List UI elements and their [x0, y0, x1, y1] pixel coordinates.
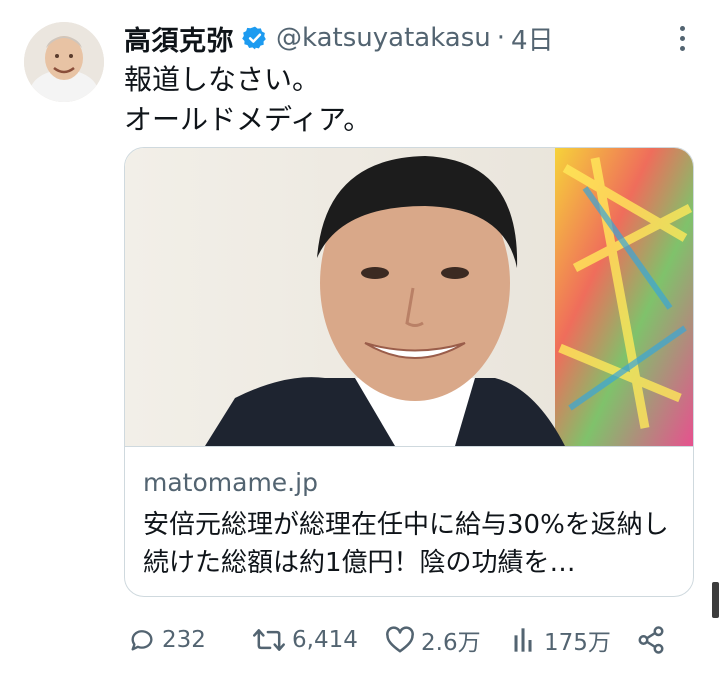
retweet-button[interactable]: 6,414 — [252, 620, 358, 660]
share-button[interactable] — [636, 620, 666, 660]
retweet-count: 6,414 — [292, 627, 358, 653]
like-button[interactable]: 2.6万 — [385, 620, 481, 660]
avatar-image — [24, 22, 104, 102]
card-domain: matomame.jp — [143, 468, 318, 497]
timestamp[interactable]: 4日 — [511, 20, 554, 57]
bar-chart-icon — [512, 626, 538, 654]
card-image[interactable] — [125, 148, 693, 447]
verified-badge-icon — [242, 25, 268, 51]
tweet-container[interactable]: 高須克弥 @katsuyatakasu · 4日 報道しなさい。 オールドメディ… — [0, 0, 719, 675]
share-icon — [636, 625, 666, 655]
card-title: 安倍元総理が総理在任中に給与30%を返納し続けた総額は約1億円！陰の功績を… — [143, 510, 669, 578]
scrollbar-thumb[interactable] — [712, 582, 719, 618]
tweet-text-line: 報道しなさい。 — [124, 63, 321, 96]
display-name[interactable]: 高須克弥 — [124, 19, 234, 58]
views-button[interactable]: 175万 — [512, 620, 611, 660]
reply-count: 232 — [162, 627, 206, 653]
tweet-header: 高須克弥 @katsuyatakasu · 4日 — [124, 18, 554, 58]
action-bar: 232 6,414 2.6万 175万 — [128, 620, 688, 660]
retweet-icon — [252, 626, 286, 654]
user-handle[interactable]: @katsuyatakasu — [276, 23, 491, 53]
separator-dot: · — [496, 23, 506, 53]
reply-bubble-icon — [128, 626, 156, 654]
card-body: matomame.jp 安倍元総理が総理在任中に給与30%を返納し続けた総額は約… — [143, 466, 683, 582]
tweet-text-line: オールドメディア。 — [124, 103, 372, 136]
more-dots-icon[interactable] — [668, 20, 696, 56]
like-count: 2.6万 — [421, 630, 481, 656]
views-count: 175万 — [544, 630, 611, 656]
link-card[interactable]: matomame.jp 安倍元総理が総理在任中に給与30%を返納し続けた総額は約… — [124, 147, 694, 597]
tweet-text: 報道しなさい。 オールドメディア。 — [124, 60, 371, 140]
reply-button[interactable]: 232 — [128, 620, 206, 660]
avatar[interactable] — [24, 22, 104, 102]
heart-icon — [385, 626, 415, 654]
